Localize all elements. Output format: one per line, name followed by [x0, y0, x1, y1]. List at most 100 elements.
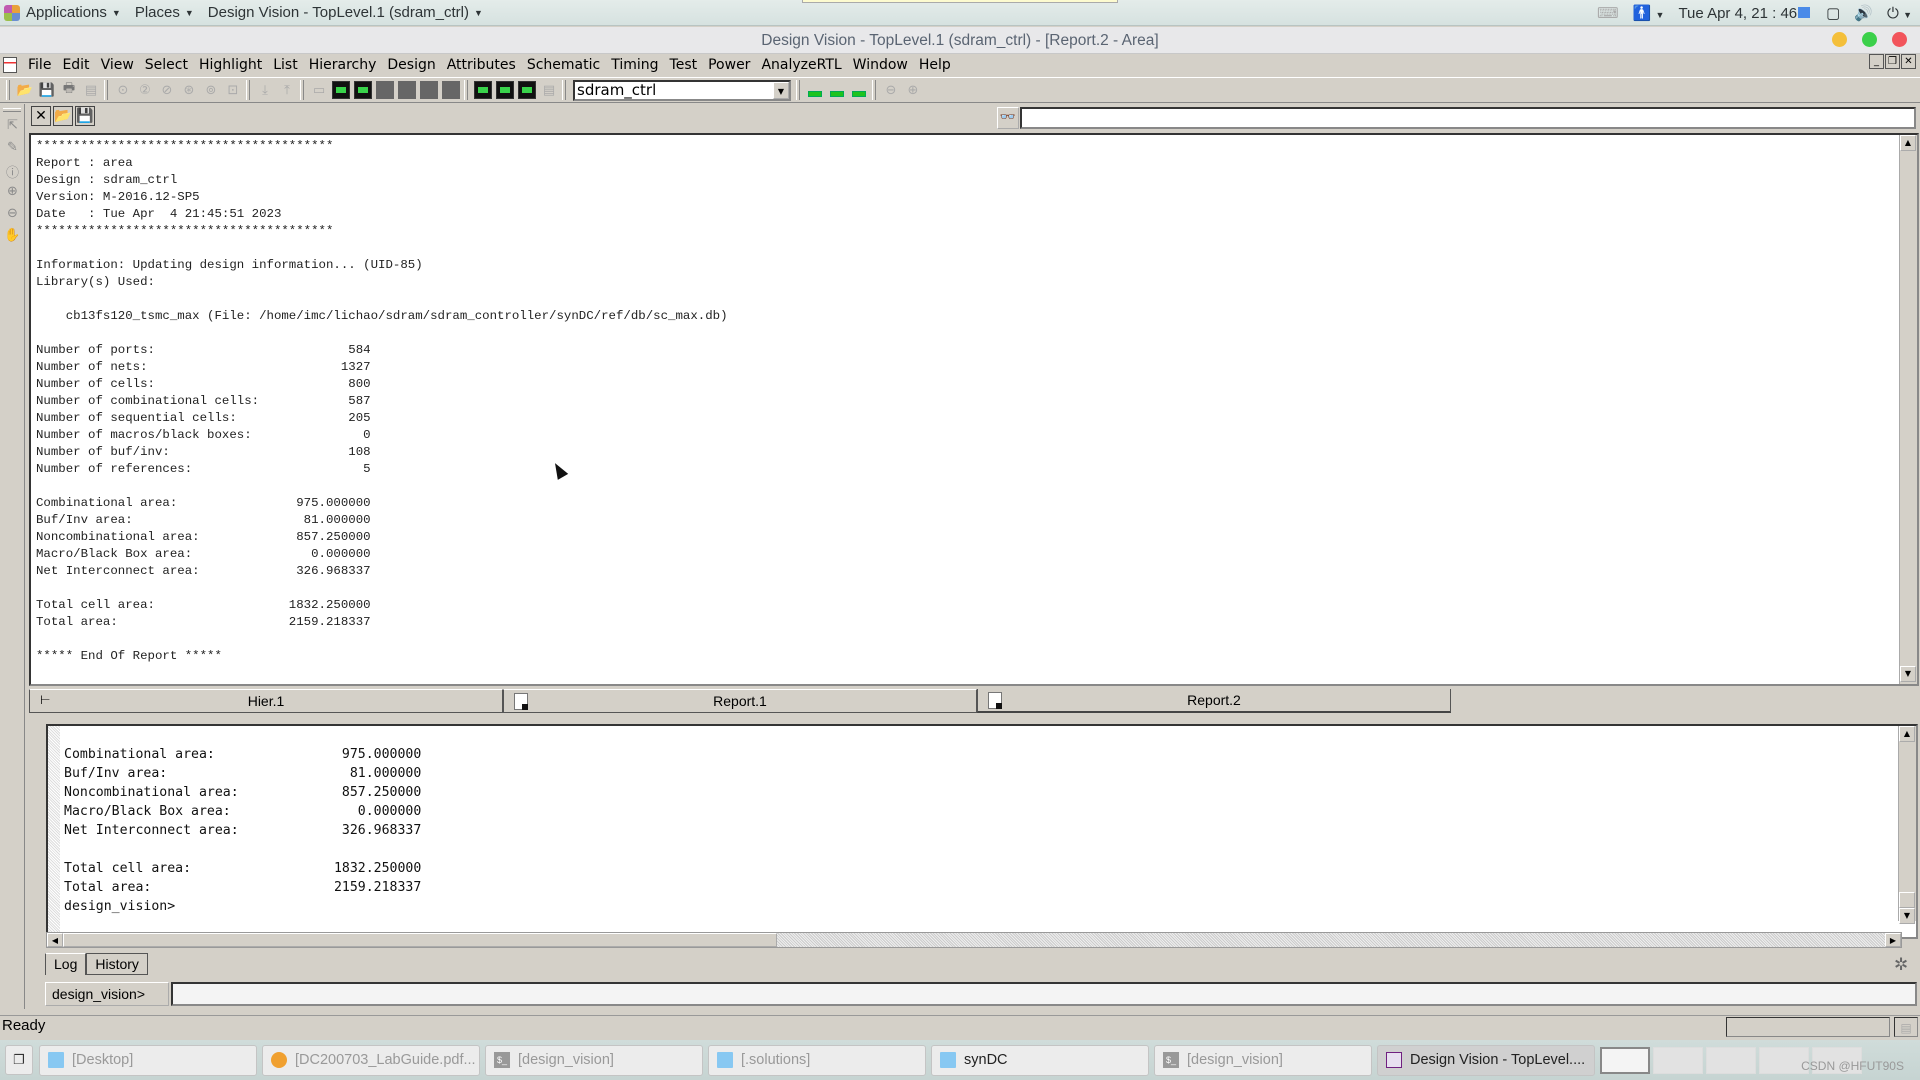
- zoom-in-icon[interactable]: ⊕: [0, 184, 25, 206]
- scroll-down-icon[interactable]: ▼: [1900, 666, 1916, 682]
- dropdown-arrow-icon[interactable]: ▼: [773, 81, 789, 99]
- task-syndc[interactable]: synDC: [931, 1044, 1149, 1076]
- fanout-icon[interactable]: [442, 81, 460, 99]
- toolbar-grip[interactable]: [300, 80, 304, 100]
- open-icon[interactable]: 📂: [16, 81, 34, 99]
- console-horizontal-scrollbar[interactable]: ◀ ▶: [46, 932, 1902, 948]
- toolbar-grip[interactable]: [6, 80, 10, 100]
- menu-power[interactable]: Power: [703, 57, 756, 73]
- minimize-button[interactable]: [1832, 32, 1847, 47]
- active-window-menu[interactable]: Design Vision - TopLevel.1 (sdram_ctrl) ▼: [208, 4, 483, 21]
- menu-file[interactable]: File: [23, 57, 57, 73]
- close-button[interactable]: [1892, 32, 1907, 47]
- save-icon[interactable]: 💾: [38, 81, 56, 99]
- toolbar-grip[interactable]: [464, 80, 468, 100]
- task-terminal[interactable]: $_ [design_vision]: [485, 1044, 703, 1076]
- zoom-selection-icon[interactable]: ⊡: [224, 81, 242, 99]
- forward-icon[interactable]: ⊕: [904, 81, 922, 99]
- open-report-icon[interactable]: 📂: [53, 106, 73, 126]
- endpoint-slack-icon[interactable]: [518, 81, 536, 99]
- scroll-down-icon[interactable]: ▼: [1899, 908, 1915, 924]
- path-schematic-icon[interactable]: [376, 81, 394, 99]
- close-report-icon[interactable]: ✕: [31, 106, 51, 126]
- applications-menu[interactable]: Applications ▼: [0, 4, 121, 21]
- mdi-minimize-button[interactable]: _: [1869, 54, 1884, 69]
- path-slack-icon[interactable]: [496, 81, 514, 99]
- show-desktop-icon[interactable]: ❐: [5, 1045, 33, 1075]
- workspace-2[interactable]: [1653, 1046, 1703, 1074]
- workspace-3[interactable]: [1706, 1046, 1756, 1074]
- zoom-fit-icon[interactable]: ⊙: [114, 81, 132, 99]
- menu-list[interactable]: List: [268, 57, 303, 73]
- tab-report-2[interactable]: Report.2: [977, 689, 1451, 713]
- console-log[interactable]: Combinational area: 975.000000 Buf/Inv a…: [46, 724, 1918, 939]
- scroll-track[interactable]: [1900, 151, 1917, 666]
- menu-hierarchy[interactable]: Hierarchy: [304, 57, 383, 73]
- task-labguide-pdf[interactable]: [DC200703_LabGuide.pdf...: [262, 1044, 480, 1076]
- print-icon[interactable]: 🖶: [60, 81, 78, 99]
- find-input[interactable]: [1020, 107, 1916, 129]
- mdi-restore-button[interactable]: ❐: [1885, 54, 1900, 69]
- document-icon[interactable]: [3, 57, 17, 73]
- schematic-icon[interactable]: [332, 81, 350, 99]
- menu-select[interactable]: Select: [140, 57, 194, 73]
- zoom-half-icon[interactable]: ⊘: [158, 81, 176, 99]
- toolbar-grip[interactable]: [246, 80, 250, 100]
- tab-hier-1[interactable]: ⊢ Hier.1: [29, 689, 503, 713]
- console-vertical-scrollbar[interactable]: ▲ ▼: [1898, 726, 1916, 924]
- push-down-icon[interactable]: ⤓: [256, 81, 274, 99]
- timing-analysis-icon[interactable]: [474, 81, 492, 99]
- zoom-2x-icon[interactable]: ②: [136, 81, 154, 99]
- zoom-icon[interactable]: ⊚: [202, 81, 220, 99]
- scroll-up-icon[interactable]: ▲: [1900, 135, 1916, 151]
- task-design-vision[interactable]: Design Vision - TopLevel....: [1377, 1044, 1595, 1076]
- scroll-right-icon[interactable]: ▶: [1885, 933, 1901, 947]
- scroll-thumb[interactable]: [63, 933, 777, 947]
- menu-attributes[interactable]: Attributes: [442, 57, 522, 73]
- accessibility-icon[interactable]: 🚹 ▼: [1633, 4, 1665, 22]
- design-schematic-icon[interactable]: [354, 81, 372, 99]
- toolbar-grip[interactable]: [796, 80, 800, 100]
- hand-icon[interactable]: ✋: [0, 228, 25, 250]
- menu-analyzertl[interactable]: AnalyzeRTL: [756, 57, 847, 73]
- menu-design[interactable]: Design: [382, 57, 441, 73]
- clock[interactable]: Tue Apr 4, 21 : 46: [1678, 5, 1811, 22]
- select-arrow-icon[interactable]: ⇱: [0, 118, 25, 140]
- menu-test[interactable]: Test: [665, 57, 704, 73]
- properties-icon[interactable]: ▤: [82, 81, 100, 99]
- menu-window[interactable]: Window: [848, 57, 914, 73]
- menu-schematic[interactable]: Schematic: [522, 57, 606, 73]
- design-select[interactable]: sdram_ctrl ▼: [573, 79, 791, 101]
- tab-history[interactable]: History: [86, 953, 148, 975]
- toolbar-grip[interactable]: [562, 80, 566, 100]
- report-vertical-scrollbar[interactable]: ▲ ▼: [1899, 135, 1917, 684]
- design-view-icon[interactable]: [806, 81, 824, 99]
- find-binoculars-icon[interactable]: 👓: [997, 107, 1019, 129]
- scroll-track[interactable]: [1899, 742, 1916, 892]
- scroll-left-icon[interactable]: ◀: [47, 933, 63, 947]
- task-solutions[interactable]: [.solutions]: [708, 1044, 926, 1076]
- scroll-up-icon[interactable]: ▲: [1899, 726, 1915, 742]
- cell-schematic-icon[interactable]: [398, 81, 416, 99]
- tab-log[interactable]: Log: [45, 953, 87, 975]
- workspace-1[interactable]: [1600, 1046, 1650, 1074]
- design-report-icon[interactable]: [828, 81, 846, 99]
- menu-highlight[interactable]: Highlight: [194, 57, 268, 73]
- toolbar-grip[interactable]: [872, 80, 876, 100]
- maximize-button[interactable]: [1862, 32, 1877, 47]
- pan-icon[interactable]: ⊛: [180, 81, 198, 99]
- command-input[interactable]: [171, 982, 1917, 1006]
- task-terminal-2[interactable]: $_ [design_vision]: [1154, 1044, 1372, 1076]
- task-desktop[interactable]: [Desktop]: [39, 1044, 257, 1076]
- save-report-icon[interactable]: 💾: [75, 106, 95, 126]
- info-icon[interactable]: ⓘ: [0, 162, 25, 184]
- pencil-icon[interactable]: ✎: [0, 140, 25, 162]
- volume-icon[interactable]: 🔊: [1854, 4, 1873, 22]
- mdi-close-button[interactable]: ✕: [1901, 54, 1916, 69]
- check-design-icon[interactable]: [850, 81, 868, 99]
- menu-timing[interactable]: Timing: [606, 57, 664, 73]
- menu-edit[interactable]: Edit: [57, 57, 95, 73]
- gear-icon[interactable]: ✲: [1894, 955, 1908, 975]
- menu-view[interactable]: View: [96, 57, 140, 73]
- zoom-out-icon[interactable]: ⊖: [0, 206, 25, 228]
